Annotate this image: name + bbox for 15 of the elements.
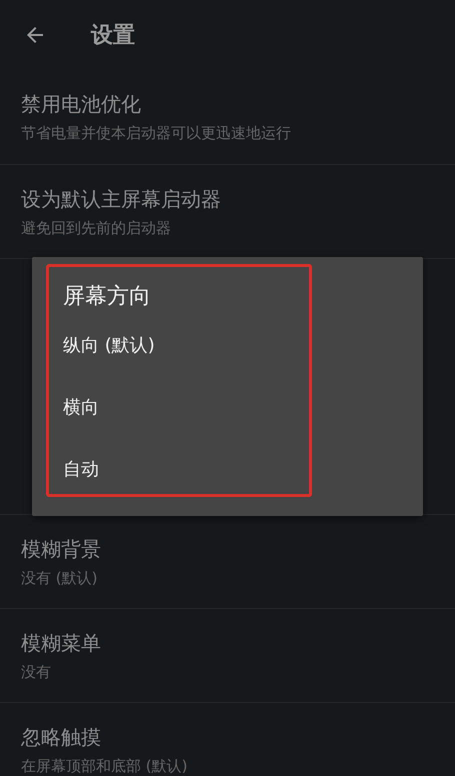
setting-title[interactable]: 模糊背景: [21, 536, 455, 562]
dialog-title: 屏幕方向: [63, 283, 152, 311]
setting-summary: 没有 (默认): [21, 568, 98, 588]
setting-title[interactable]: 模糊菜单: [21, 630, 455, 656]
dialog-option[interactable]: 纵向 (默认): [63, 333, 155, 357]
setting-title[interactable]: 设为默认主屏幕启动器: [21, 186, 455, 212]
dialog-option[interactable]: 自动: [63, 457, 99, 481]
setting-title[interactable]: 忽略触摸: [21, 724, 455, 750]
dialog-option[interactable]: 横向: [63, 395, 99, 419]
setting-summary: 在屏幕顶部和底部 (默认): [21, 756, 188, 776]
setting-summary: 避免回到先前的启动器: [21, 218, 172, 238]
setting-summary: 没有: [21, 662, 52, 682]
setting-title[interactable]: 禁用电池优化: [21, 91, 455, 118]
setting-summary: 节省电量并使本启动器可以更迅速地运行: [21, 124, 292, 143]
screen-title: 设置: [91, 22, 135, 50]
